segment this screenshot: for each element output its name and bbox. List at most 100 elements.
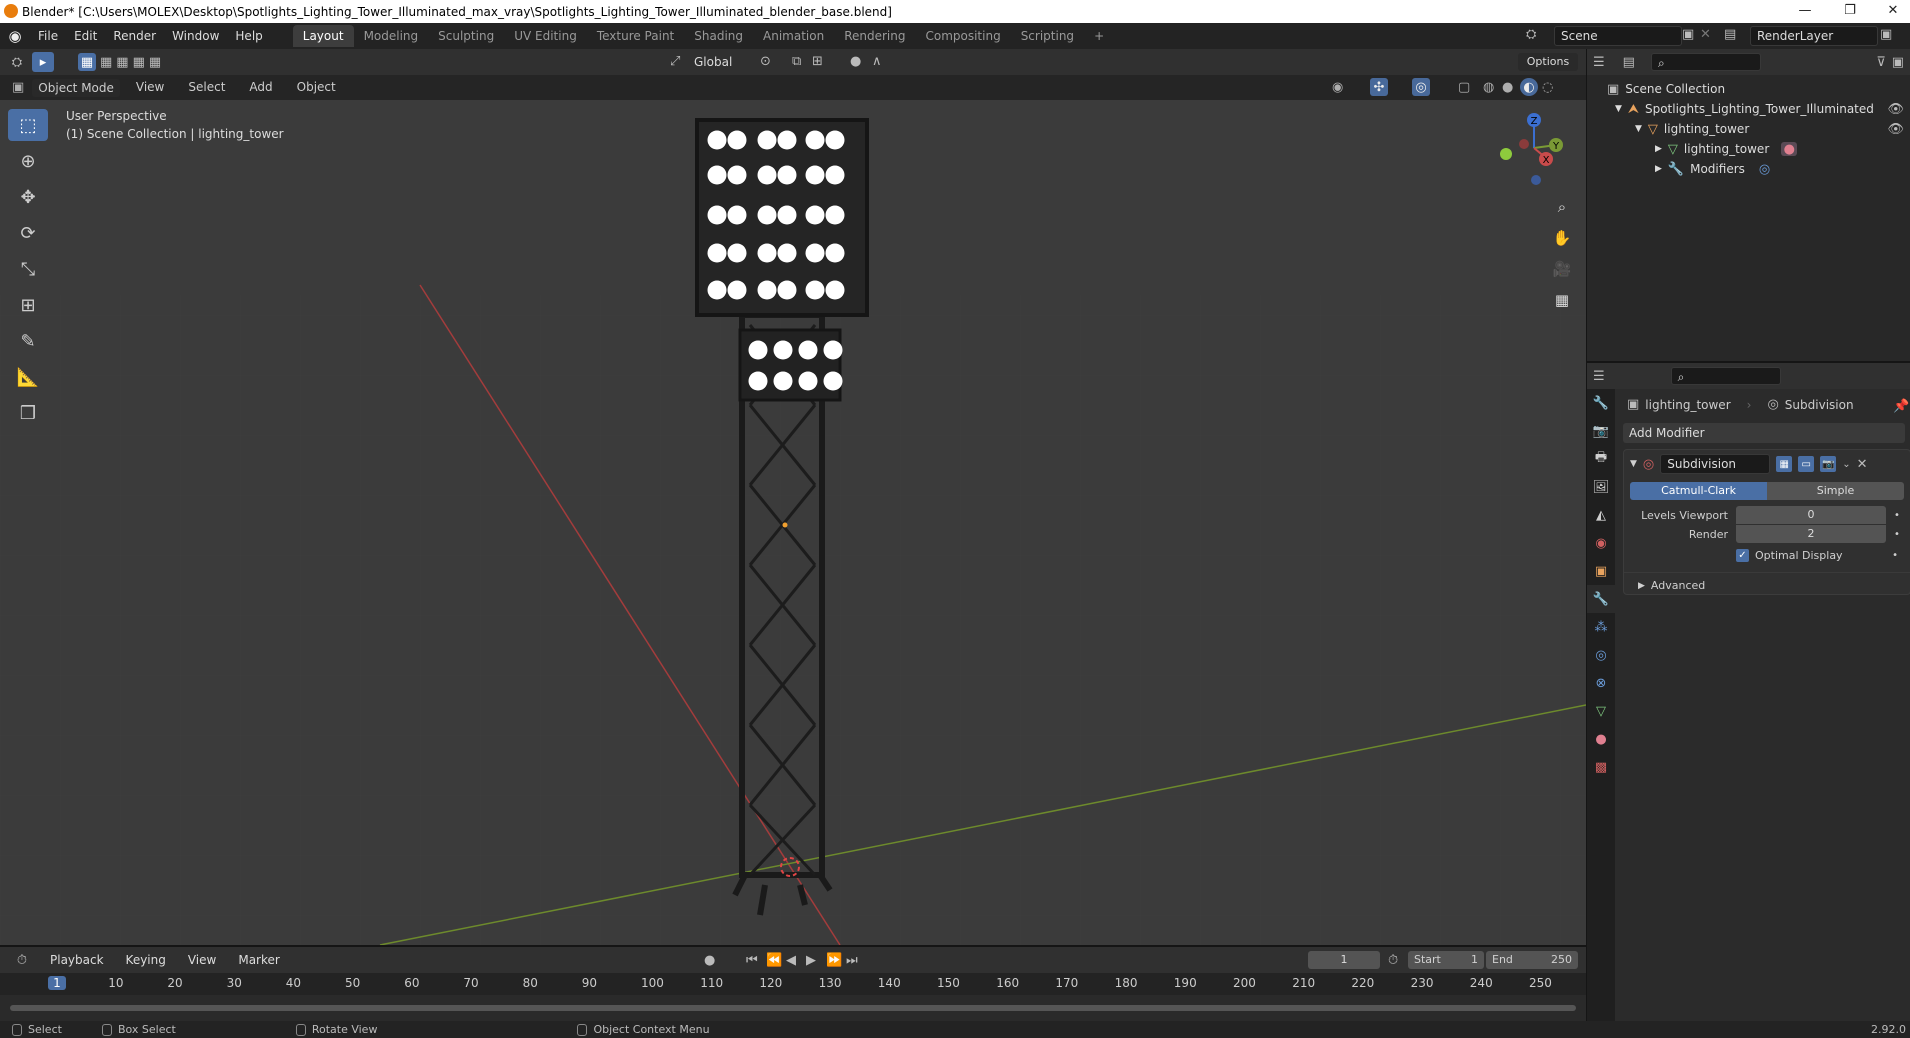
tab-uv-editing[interactable]: UV Editing <box>504 25 587 47</box>
end-frame-field[interactable]: End 250 <box>1486 951 1578 969</box>
tab-shading[interactable]: Shading <box>684 25 753 47</box>
start-frame-field[interactable]: Start 1 <box>1408 951 1484 969</box>
visibility-icon[interactable]: ◉ <box>1332 80 1343 95</box>
gizmo-toggle-icon[interactable]: ✣ <box>1370 78 1388 96</box>
timeline-scrollbar[interactable] <box>10 1005 1576 1011</box>
ortho-grid-icon[interactable]: ▦ <box>1548 286 1576 314</box>
world-tab-icon[interactable]: ◉ <box>1587 529 1615 557</box>
shading-rendered-icon[interactable]: ◌ <box>1542 80 1553 95</box>
restore-button[interactable]: ❐ <box>1835 0 1865 21</box>
scene-icon[interactable]: ⛭ <box>1526 27 1536 42</box>
snap-icon[interactable]: ⧉ <box>792 54 801 69</box>
outliner-item-modifiers[interactable]: ▶ 🔧 Modifiers ◎ <box>1587 159 1910 179</box>
shading-wireframe-icon[interactable]: ◍ <box>1483 80 1494 95</box>
editor-type-icon[interactable]: ⛭ <box>6 55 28 70</box>
record-icon[interactable]: ● <box>704 953 715 968</box>
tab-rendering[interactable]: Rendering <box>834 25 915 47</box>
zoom-icon[interactable]: ⌕ <box>1548 193 1576 221</box>
current-frame-marker[interactable]: 1 <box>48 976 66 990</box>
tab-animation[interactable]: Animation <box>753 25 834 47</box>
proportional-edit-icon[interactable]: ● <box>850 54 861 69</box>
viewport-menu-object[interactable]: Object <box>289 75 344 100</box>
move-tool-icon[interactable]: ✥ <box>8 181 48 213</box>
pivot-icon[interactable]: ⊙ <box>760 54 771 69</box>
optimal-display-checkbox[interactable]: ✓ <box>1736 549 1749 562</box>
rotate-tool-icon[interactable]: ⟳ <box>8 217 48 249</box>
tab-scripting[interactable]: Scripting <box>1011 25 1084 47</box>
properties-search-input[interactable]: ⌕ <box>1670 367 1781 385</box>
camera-view-icon[interactable]: 🎥 <box>1548 255 1576 283</box>
add-modifier-dropdown[interactable]: Add Modifier <box>1623 423 1905 443</box>
editor-type-icon[interactable]: ▣ <box>12 80 24 95</box>
select-mode-icon[interactable]: ▸ <box>32 52 54 72</box>
viewport-toggle-icon[interactable]: ▭ <box>1798 456 1815 472</box>
outliner-item-collection[interactable]: ▼ ⮝ Spotlights_Lighting_Tower_Illuminate… <box>1587 99 1910 119</box>
remove-modifier-icon[interactable]: ✕ <box>1857 457 1868 472</box>
catmull-clark-button[interactable]: Catmull-Clark <box>1630 482 1767 500</box>
select-subtract-icon[interactable]: ▦ <box>116 55 128 70</box>
options-button[interactable]: Options <box>1518 53 1578 71</box>
tool-tab-icon[interactable]: 🔧 <box>1587 389 1615 417</box>
menu-help[interactable]: Help <box>227 23 270 49</box>
navigation-gizmo[interactable]: Z Y X <box>1490 108 1570 188</box>
physics-tab-icon[interactable]: ◎ <box>1587 641 1615 669</box>
scene-selector[interactable]: Scene <box>1554 26 1682 46</box>
visibility-eye-icon[interactable]: 👁 <box>1887 102 1904 117</box>
add-workspace-button[interactable]: + <box>1084 25 1114 47</box>
overlay-toggle-icon[interactable]: ◎ <box>1412 78 1430 96</box>
keyframe-dot-icon[interactable]: • <box>1894 529 1900 540</box>
close-button[interactable]: ✕ <box>1878 0 1908 21</box>
menu-edit[interactable]: Edit <box>66 23 105 49</box>
outliner-editor-icon[interactable]: ☰ <box>1593 55 1605 70</box>
select-box-tool-icon[interactable]: ⬚ <box>8 109 48 141</box>
keyframe-dot-icon[interactable]: • <box>1892 550 1898 561</box>
particles-tab-icon[interactable]: ⁂ <box>1587 613 1615 641</box>
transform-orientation-selector[interactable]: Global <box>688 53 748 71</box>
constraints-tab-icon[interactable]: ⊗ <box>1587 669 1615 697</box>
menu-window[interactable]: Window <box>164 23 227 49</box>
measure-tool-icon[interactable]: 📐 <box>8 361 48 393</box>
preview-range-icon[interactable]: ⏱ <box>1388 953 1398 968</box>
properties-editor-icon[interactable]: ☰ <box>1593 369 1605 384</box>
jump-key-back-icon[interactable]: ⏪ <box>766 953 782 968</box>
new-scene-icon[interactable]: ▣ <box>1682 27 1694 42</box>
viewport-menu-view[interactable]: View <box>128 75 172 100</box>
falloff-icon[interactable]: ∧ <box>872 54 882 69</box>
blender-menu-icon[interactable]: ◉ <box>0 27 30 45</box>
timeline-editor-icon[interactable]: ⏱ <box>8 953 36 968</box>
snap-target-icon[interactable]: ⊞ <box>812 54 823 69</box>
play-reverse-icon[interactable]: ◀ <box>786 953 796 968</box>
modifier-tab-icon[interactable]: 🔧 <box>1587 585 1615 613</box>
jump-start-icon[interactable]: ⏮ <box>746 953 758 968</box>
filter-icon[interactable]: ⊽ <box>1876 55 1886 70</box>
annotate-tool-icon[interactable]: ✎ <box>8 325 48 357</box>
transform-orientation-icon[interactable]: ⤢ <box>670 54 680 69</box>
transform-tool-icon[interactable]: ⊞ <box>8 289 48 321</box>
menu-render[interactable]: Render <box>105 23 164 49</box>
edit-mode-toggle-icon[interactable]: ▦ <box>1776 456 1793 472</box>
scale-tool-icon[interactable]: ⤡ <box>8 253 48 285</box>
object-tab-icon[interactable]: ▣ <box>1587 557 1615 585</box>
outliner-root[interactable]: ▣ Scene Collection <box>1587 79 1910 99</box>
select-new-icon[interactable]: ▦ <box>78 53 96 71</box>
jump-end-icon[interactable]: ⏭ <box>846 953 858 968</box>
modifier-name-input[interactable]: Subdivision <box>1660 454 1771 474</box>
current-frame-field[interactable]: 1 <box>1308 951 1380 969</box>
data-tab-icon[interactable]: ▽ <box>1587 697 1615 725</box>
select-extend-icon[interactable]: ▦ <box>100 55 112 70</box>
timeline-menu-view[interactable]: View <box>180 947 224 973</box>
render-tab-icon[interactable]: 📷 <box>1587 417 1615 445</box>
viewport-menu-select[interactable]: Select <box>180 75 233 100</box>
simple-button[interactable]: Simple <box>1767 482 1904 500</box>
view-layer-selector[interactable]: RenderLayer <box>1750 26 1878 46</box>
tab-sculpting[interactable]: Sculpting <box>428 25 504 47</box>
menu-file[interactable]: File <box>30 23 66 49</box>
view-layer-icon[interactable]: ▤ <box>1724 27 1736 42</box>
keyframe-dot-icon[interactable]: • <box>1894 510 1900 521</box>
tab-compositing[interactable]: Compositing <box>915 25 1010 47</box>
timeline-ruler[interactable]: 1 10 20 30 40 50 60 70 80 90 100 110 120 130 140 150 160… <box>0 973 1586 995</box>
texture-tab-icon[interactable]: ▩ <box>1587 753 1615 781</box>
new-view-layer-icon[interactable]: ▣ <box>1880 27 1892 42</box>
cursor-tool-icon[interactable]: ⊕ <box>8 145 48 177</box>
render-toggle-icon[interactable]: 📷 <box>1820 456 1837 472</box>
